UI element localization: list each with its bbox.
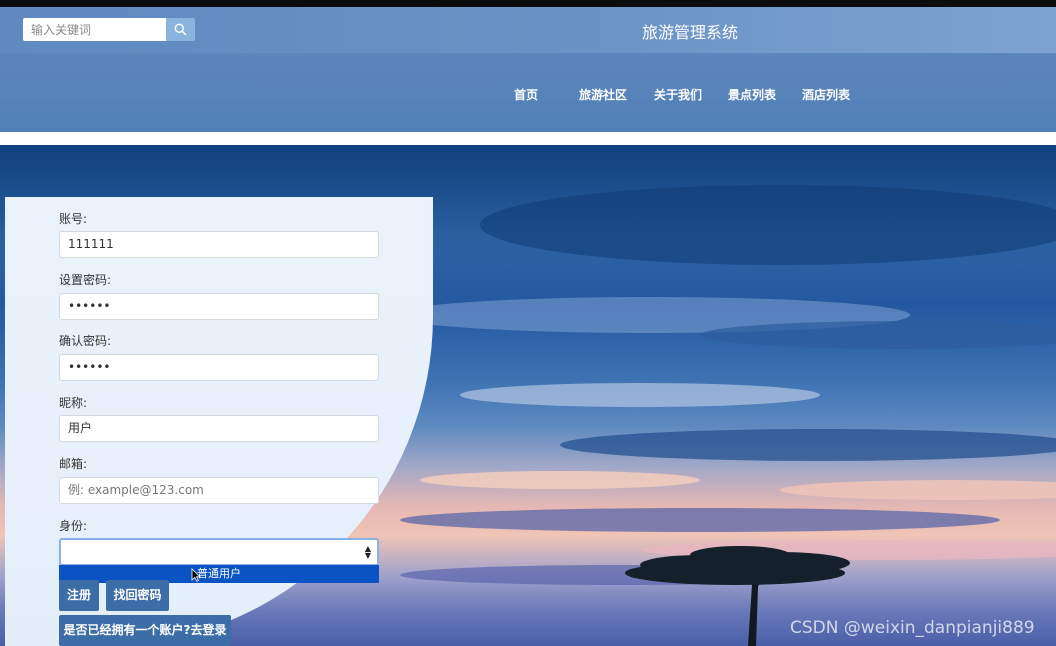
site-header: 旅游管理系统 首页 旅游社区 关于我们 景点列表 酒店列表 <box>0 7 1056 132</box>
nav-item-home[interactable]: 首页 <box>514 86 538 103</box>
identity-select[interactable]: ▲ ▼ <box>59 538 379 566</box>
identity-label: 身份: <box>59 519 88 533</box>
password-label: 设置密码: <box>59 273 112 287</box>
search-box <box>23 18 195 41</box>
nav-item-about[interactable]: 关于我们 <box>654 86 702 103</box>
header-divider <box>0 132 1056 145</box>
search-icon <box>174 23 187 36</box>
select-arrows-icon: ▲ ▼ <box>364 544 371 560</box>
email-field[interactable]: 例: example@123.com <box>59 477 379 504</box>
window-top-strip <box>0 0 1056 7</box>
header-top-bar: 旅游管理系统 <box>0 7 1056 53</box>
site-title: 旅游管理系统 <box>641 23 738 42</box>
search-input[interactable] <box>23 18 166 41</box>
nav-item-hotels[interactable]: 酒店列表 <box>802 86 850 103</box>
watermark-text: CSDN @weixin_danpianji889 <box>790 618 1035 638</box>
go-login-button[interactable]: 是否已经拥有一个账户?去登录 <box>59 615 231 646</box>
password-field[interactable]: •••••• <box>59 293 379 320</box>
confirm-password-label: 确认密码: <box>59 334 112 348</box>
nav-item-attractions[interactable]: 景点列表 <box>728 86 776 103</box>
account-field[interactable]: 111111 <box>59 231 379 258</box>
account-label: 账号: <box>59 212 88 226</box>
confirm-password-field[interactable]: •••••• <box>59 354 379 381</box>
search-button[interactable] <box>166 18 195 41</box>
nickname-field[interactable]: 用户 <box>59 415 379 442</box>
recover-password-button[interactable]: 找回密码 <box>106 580 169 611</box>
mouse-cursor-icon <box>191 568 201 582</box>
nav-item-community[interactable]: 旅游社区 <box>579 86 627 103</box>
register-button[interactable]: 注册 <box>59 580 99 611</box>
nickname-label: 昵称: <box>59 396 88 410</box>
email-label: 邮箱: <box>59 457 88 471</box>
